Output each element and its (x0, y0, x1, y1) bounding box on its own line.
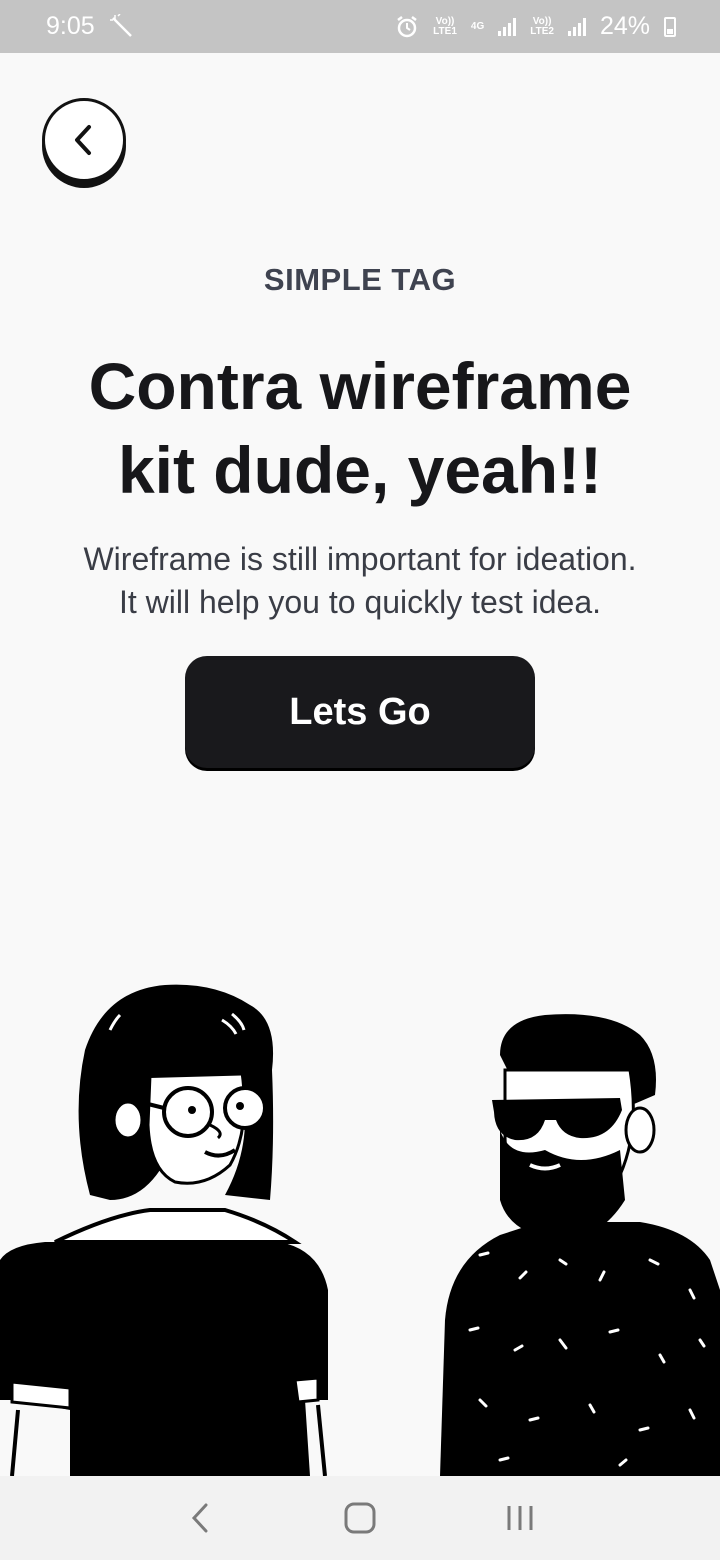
screen: 9:05 Vo)) LTE1 4G Vo)) LTE2 24% SIMPLE T… (0, 0, 720, 1560)
magic-wand-icon (109, 13, 132, 37)
signal-icon (498, 17, 517, 36)
status-left: 9:05 (46, 12, 135, 41)
lets-go-button[interactable]: Lets Go (185, 656, 535, 768)
nav-home-button[interactable] (330, 1488, 390, 1548)
woman-figure (0, 984, 328, 1476)
recents-nav-icon (507, 1506, 533, 1530)
page-title: Contra wireframe kit dude, yeah!! (0, 344, 720, 512)
page-title-line-2: kit dude, yeah!! (117, 433, 603, 507)
sim2-label: Vo)) LTE2 (530, 15, 554, 37)
signal-icon-2 (567, 17, 586, 36)
back-button[interactable] (42, 98, 126, 182)
nav-recents-button[interactable] (490, 1488, 550, 1548)
people-illustration (0, 984, 720, 1476)
status-time: 9:05 (46, 12, 95, 40)
sim1-label: Vo)) LTE1 (433, 15, 457, 37)
description-line-2: It will help you to quickly test idea. (118, 584, 601, 620)
chevron-left-icon (75, 125, 91, 155)
description: Wireframe is still important for ideatio… (0, 538, 720, 624)
status-bar: 9:05 Vo)) LTE1 4G Vo)) LTE2 24% (0, 0, 720, 53)
page-title-line-1: Contra wireframe (88, 349, 632, 423)
home-nav-icon (344, 1502, 376, 1534)
back-nav-icon (191, 1503, 208, 1533)
back-button-wrapper (42, 98, 128, 188)
navigation-bar (0, 1476, 720, 1560)
network-type: 4G (470, 20, 485, 32)
status-right: Vo)) LTE1 4G Vo)) LTE2 24% (395, 12, 676, 41)
alarm-icon (397, 15, 417, 37)
simple-tag-label: SIMPLE TAG (263, 262, 457, 297)
battery-icon (664, 16, 676, 37)
battery-percent: 24% (599, 12, 650, 40)
description-line-1: Wireframe is still important for ideatio… (83, 541, 637, 577)
man-figure (440, 1014, 720, 1476)
nav-back-button[interactable] (170, 1488, 230, 1548)
